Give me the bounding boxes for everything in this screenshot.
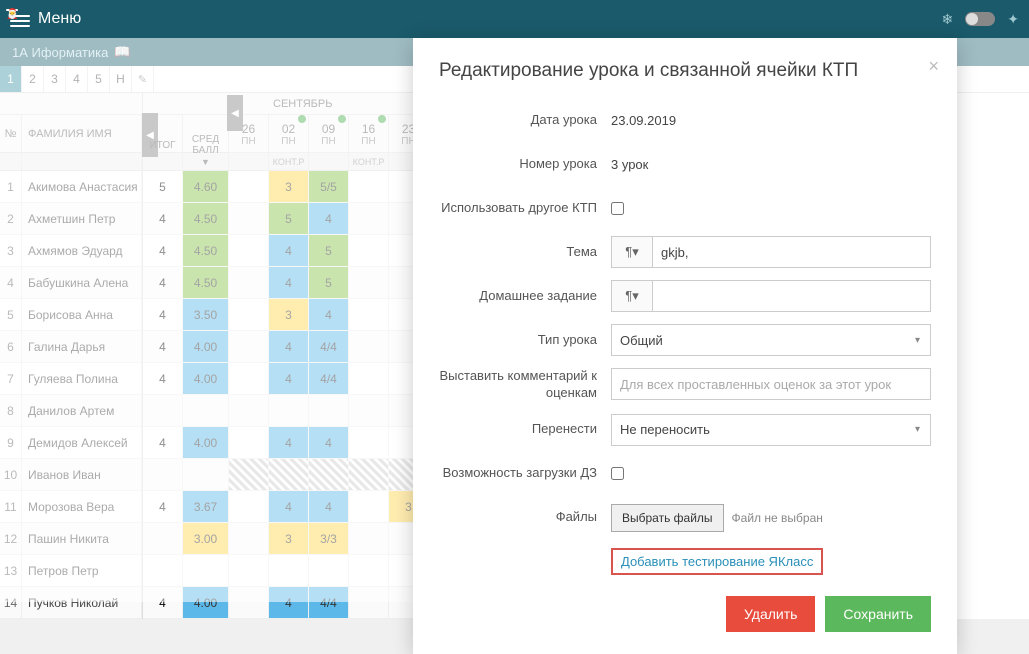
- format-button-hw[interactable]: ¶▾: [611, 280, 653, 312]
- label-upload-hw: Возможность загрузки ДЗ: [439, 465, 611, 482]
- menu-icon[interactable]: 🎅: [10, 12, 30, 26]
- lesson-type-select[interactable]: Общий: [611, 324, 931, 356]
- modal-title: Редактирование урока и связанной ячейки …: [439, 60, 931, 82]
- transfer-select[interactable]: Не переносить: [611, 414, 931, 446]
- delete-button[interactable]: Удалить: [726, 596, 815, 632]
- snowflake-icon: ❄: [942, 11, 954, 28]
- label-lesson-num: Номер урока: [439, 156, 611, 173]
- homework-input[interactable]: [653, 280, 931, 312]
- label-transfer: Перенести: [439, 421, 611, 438]
- wand-icon[interactable]: ✦: [1007, 11, 1019, 28]
- label-comment: Выставить комментарий к оценкам: [439, 368, 611, 402]
- value-lesson-num: 3 урок: [611, 157, 931, 172]
- add-yaklass-link[interactable]: Добавить тестирование ЯКласс: [611, 548, 823, 575]
- checkbox-upload-hw[interactable]: [611, 467, 624, 480]
- label-lesson-type: Тип урока: [439, 332, 611, 349]
- no-file-label: Файл не выбран: [732, 511, 823, 525]
- topic-input[interactable]: [653, 236, 931, 268]
- app-header: 🎅 Меню ❄ ✦: [0, 0, 1029, 38]
- format-button[interactable]: ¶▾: [611, 236, 653, 268]
- comment-input[interactable]: [611, 368, 931, 400]
- label-topic: Тема: [439, 244, 611, 261]
- edit-lesson-modal: × Редактирование урока и связанной ячейк…: [413, 38, 957, 654]
- value-date: 23.09.2019: [611, 113, 931, 128]
- close-icon[interactable]: ×: [928, 56, 939, 77]
- checkbox-other-ktp[interactable]: [611, 202, 624, 215]
- label-date: Дата урока: [439, 112, 611, 129]
- label-homework: Домашнее задание: [439, 288, 611, 305]
- toggle-switch[interactable]: [965, 12, 995, 26]
- choose-files-button[interactable]: Выбрать файлы: [611, 504, 724, 532]
- label-files: Файлы: [439, 509, 611, 526]
- save-button[interactable]: Сохранить: [825, 596, 931, 632]
- menu-label: Меню: [38, 10, 81, 28]
- label-other-ktp: Использовать другое КТП: [439, 200, 611, 217]
